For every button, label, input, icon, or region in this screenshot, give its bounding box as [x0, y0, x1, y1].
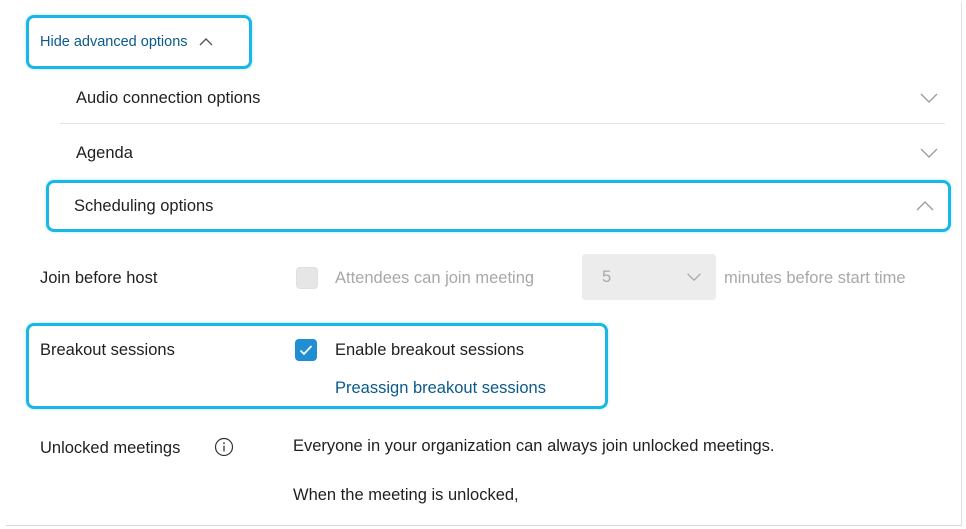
- join-before-host-checkbox[interactable]: [296, 267, 318, 289]
- section-agenda[interactable]: Agenda: [60, 127, 945, 179]
- unlocked-description-line2: When the meeting is unlocked,: [293, 486, 519, 504]
- join-before-host-label: Join before host: [40, 269, 158, 287]
- highlight-frame: [26, 15, 252, 69]
- chevron-down-icon: [920, 93, 938, 103]
- section-audio-connection-options[interactable]: Audio connection options: [60, 72, 945, 124]
- minutes-suffix-text: minutes before start time: [724, 269, 906, 287]
- section-label: Agenda: [76, 143, 133, 162]
- unlocked-meetings-label: Unlocked meetings: [40, 439, 181, 457]
- minutes-select[interactable]: 5: [582, 254, 716, 300]
- divider: [60, 123, 945, 124]
- join-before-host-text: Attendees can join meeting: [335, 269, 535, 287]
- highlight-frame: [26, 323, 608, 409]
- info-icon[interactable]: [214, 437, 234, 457]
- chevron-down-icon: [687, 273, 701, 282]
- highlight-frame: [46, 180, 951, 232]
- minutes-value: 5: [602, 267, 612, 286]
- chevron-down-icon: [920, 148, 938, 158]
- unlocked-description-line1: Everyone in your organization can always…: [293, 437, 775, 455]
- section-label: Audio connection options: [76, 88, 261, 107]
